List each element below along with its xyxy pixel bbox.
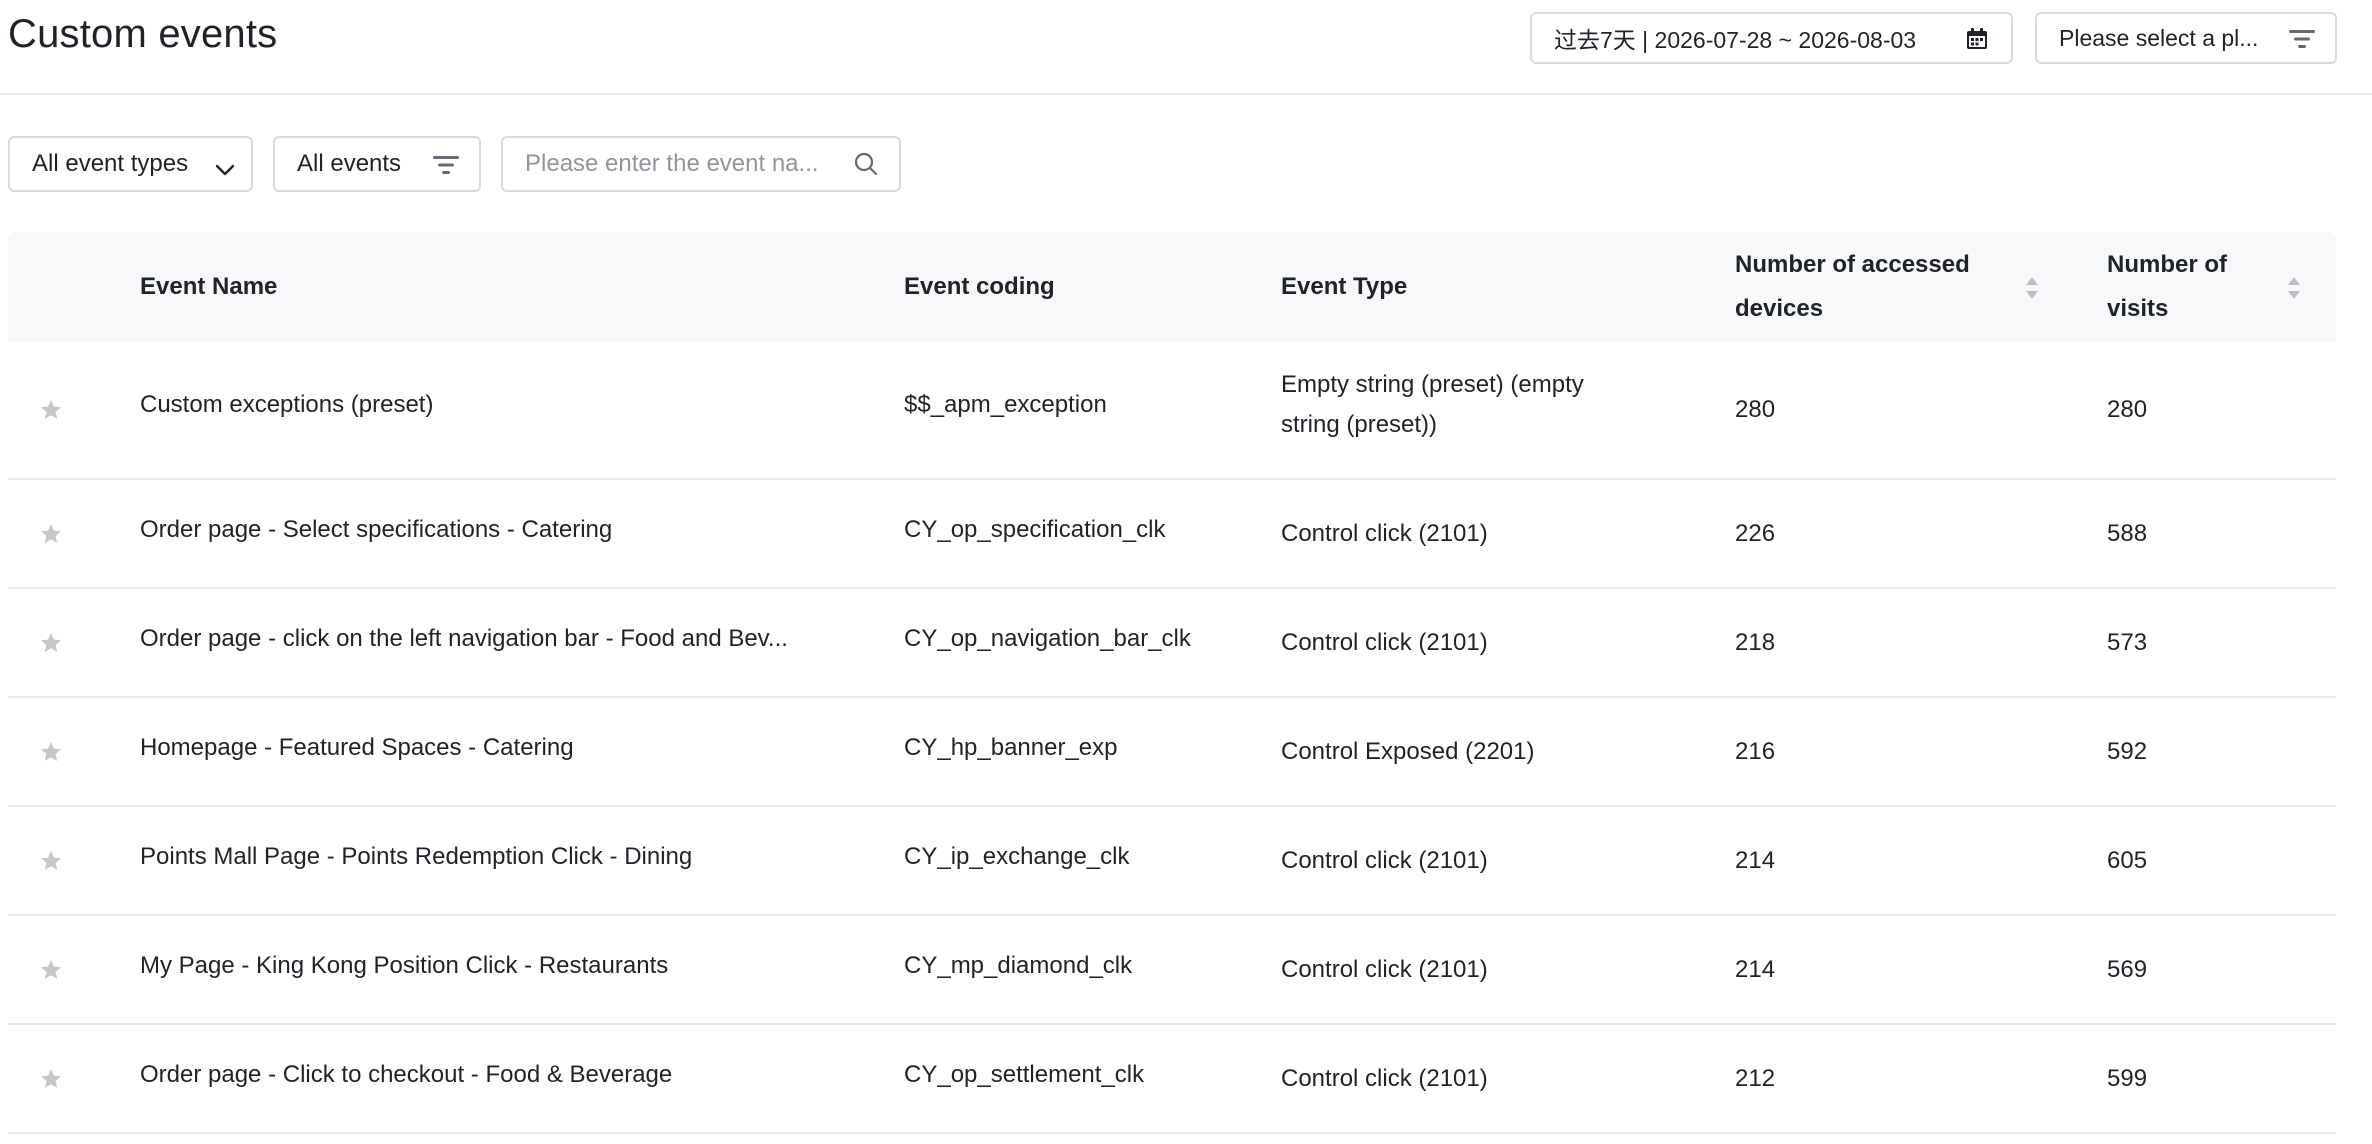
star-icon[interactable] bbox=[39, 698, 63, 805]
filter-icon bbox=[433, 154, 459, 183]
event-type-cell: Control click (2101) bbox=[1281, 1064, 1488, 1092]
event-name-cell: Order page - Click to checkout - Food & … bbox=[140, 1060, 673, 1088]
table-header: Event Name Event coding Event Type Numbe… bbox=[8, 232, 2336, 342]
date-range-picker[interactable]: 过去7天 | 2026-07-28 ~ 2026-08-03 bbox=[1530, 12, 2013, 64]
event-coding-cell: CY_op_navigation_bar_clk bbox=[904, 624, 1191, 652]
event-types-dropdown[interactable]: All event types bbox=[8, 136, 253, 192]
accessed-devices-cell: 212 bbox=[1735, 1064, 1776, 1092]
star-icon[interactable] bbox=[39, 807, 63, 914]
column-header-accessed-devices-line1: Number of accessed bbox=[1735, 251, 1970, 278]
accessed-devices-cell: 214 bbox=[1735, 955, 1776, 983]
accessed-devices-cell: 280 bbox=[1735, 396, 1776, 423]
table-row[interactable]: Points Mall Page - Points Redemption Cli… bbox=[8, 807, 2336, 916]
column-header-event-type: Event Type bbox=[1281, 273, 1408, 300]
accessed-devices-cell: 214 bbox=[1735, 846, 1776, 874]
event-type-cell: Control click (2101) bbox=[1281, 955, 1488, 983]
column-header-accessed-devices[interactable]: Number of accessed devices bbox=[1735, 232, 1970, 342]
table-row[interactable]: Order page - click on the left navigatio… bbox=[8, 589, 2336, 698]
star-icon[interactable] bbox=[39, 589, 63, 696]
event-type-cell: Control click (2101) bbox=[1281, 846, 1488, 874]
visits-cell: 569 bbox=[2107, 955, 2148, 983]
column-header-event-coding: Event coding bbox=[904, 273, 1055, 300]
table-row[interactable]: My Page - King Kong Position Click - Res… bbox=[8, 916, 2336, 1025]
page-title: Custom events bbox=[8, 12, 278, 56]
event-name-cell: Custom exceptions (preset) bbox=[140, 391, 434, 418]
event-name-cell: Order page - Select specifications - Cat… bbox=[140, 515, 613, 543]
search-icon[interactable] bbox=[853, 151, 879, 184]
event-coding-cell: CY_mp_diamond_clk bbox=[904, 951, 1133, 979]
visits-cell: 599 bbox=[2107, 1064, 2148, 1092]
event-name-cell: Order page - click on the left navigatio… bbox=[140, 624, 788, 652]
sort-icon[interactable] bbox=[2286, 275, 2302, 308]
event-search-input[interactable]: Please enter the event na... bbox=[501, 136, 901, 192]
events-table: Event Name Event coding Event Type Numbe… bbox=[8, 232, 2336, 1134]
column-header-visits[interactable]: Number of visits bbox=[2107, 232, 2227, 342]
column-header-event-name: Event Name bbox=[140, 273, 278, 300]
event-name-cell: My Page - King Kong Position Click - Res… bbox=[140, 951, 669, 979]
event-type-cell: Control click (2101) bbox=[1281, 628, 1488, 656]
sort-icon[interactable] bbox=[2024, 275, 2040, 308]
visits-cell: 592 bbox=[2107, 737, 2148, 765]
star-icon[interactable] bbox=[39, 480, 63, 587]
events-filter-label: All events bbox=[297, 150, 402, 177]
column-header-visits-line1: Number of bbox=[2107, 251, 2227, 278]
visits-cell: 588 bbox=[2107, 519, 2148, 547]
star-icon[interactable] bbox=[39, 916, 63, 1023]
date-range-value: 过去7天 | 2026-07-28 ~ 2026-08-03 bbox=[1554, 27, 1917, 53]
table-row[interactable]: Order page - Click to checkout - Food & … bbox=[8, 1025, 2336, 1134]
event-coding-cell: CY_ip_exchange_clk bbox=[904, 842, 1130, 870]
event-type-cell: Control Exposed (2201) bbox=[1281, 737, 1535, 765]
star-icon[interactable] bbox=[39, 1025, 63, 1132]
event-type-line1: Empty string (preset) (empty bbox=[1281, 371, 1584, 398]
table-row[interactable]: Order page - Select specifications - Cat… bbox=[8, 480, 2336, 589]
event-coding-cell: CY_op_specification_clk bbox=[904, 515, 1166, 543]
event-type-cell: Empty string (preset) (empty string (pre… bbox=[1281, 342, 1661, 478]
platform-select[interactable]: Please select a pl... bbox=[2035, 12, 2337, 64]
visits-cell: 605 bbox=[2107, 846, 2148, 874]
event-coding-cell: CY_hp_banner_exp bbox=[904, 733, 1118, 761]
column-header-visits-line2: visits bbox=[2107, 295, 2169, 322]
visits-cell: 280 bbox=[2107, 396, 2148, 423]
filter-icon bbox=[2289, 28, 2315, 56]
accessed-devices-cell: 216 bbox=[1735, 737, 1776, 765]
event-type-cell: Control click (2101) bbox=[1281, 519, 1488, 547]
platform-select-placeholder: Please select a pl... bbox=[2059, 24, 2259, 51]
event-name-cell: Points Mall Page - Points Redemption Cli… bbox=[140, 842, 693, 870]
accessed-devices-cell: 218 bbox=[1735, 628, 1776, 656]
event-type-line2: string (preset)) bbox=[1281, 411, 1438, 438]
calendar-icon bbox=[1965, 27, 1989, 57]
table-row[interactable]: Custom exceptions (preset) $$_apm_except… bbox=[8, 342, 2336, 480]
event-coding-cell: CY_op_settlement_clk bbox=[904, 1060, 1145, 1088]
event-name-cell: Homepage - Featured Spaces - Catering bbox=[140, 733, 574, 761]
column-header-accessed-devices-line2: devices bbox=[1735, 295, 1824, 322]
table-row[interactable]: Homepage - Featured Spaces - Catering CY… bbox=[8, 698, 2336, 807]
event-coding-cell: $$_apm_exception bbox=[904, 391, 1107, 418]
page-header: Custom events 过去7天 | 2026-07-28 ~ 2026-0… bbox=[0, 0, 2372, 95]
events-filter-dropdown[interactable]: All events bbox=[273, 136, 481, 192]
visits-cell: 573 bbox=[2107, 628, 2148, 656]
star-icon[interactable] bbox=[39, 342, 63, 478]
event-types-label: All event types bbox=[32, 150, 189, 177]
chevron-down-icon bbox=[215, 156, 235, 184]
accessed-devices-cell: 226 bbox=[1735, 519, 1776, 547]
search-placeholder: Please enter the event na... bbox=[525, 150, 819, 177]
